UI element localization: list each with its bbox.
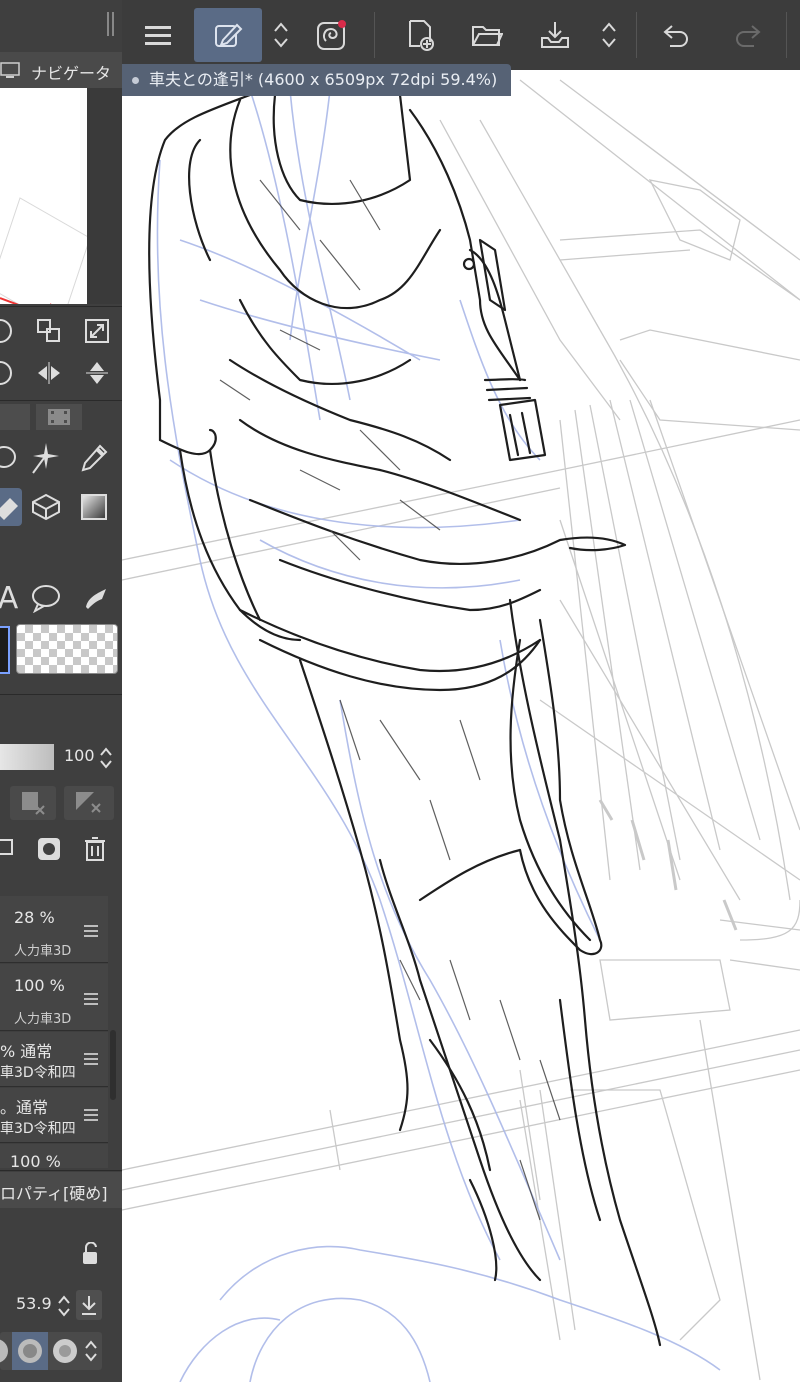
redo-button[interactable]: [722, 8, 772, 62]
brush-shape-selector[interactable]: [0, 1332, 102, 1370]
layer-name: 車3D令和四: [0, 1065, 76, 1081]
transparent-color-swatch[interactable]: [16, 624, 118, 674]
wheel-spokes: [539, 329, 800, 901]
navigator-header: ナビゲータ: [0, 52, 122, 88]
lasso-icon[interactable]: [0, 440, 18, 476]
size-stepper-icon[interactable]: [56, 1292, 72, 1320]
film-icon: [48, 409, 70, 429]
layer-name: 車3D令和四: [0, 1121, 76, 1137]
layer-opacity: 28 %: [14, 908, 55, 927]
panel-tab-tools[interactable]: [0, 404, 30, 430]
rotate-icon[interactable]: [0, 358, 16, 388]
save-download-icon: [541, 22, 569, 48]
ink-line-figure: [148, 93, 662, 1347]
modified-dot-icon: [132, 77, 139, 84]
layer-name: 人力車3D: [14, 1012, 72, 1027]
monitor-icon: [0, 60, 22, 80]
navigator-thumbnail[interactable]: [0, 88, 87, 304]
lock-icon[interactable]: [78, 1240, 102, 1268]
expand-icon[interactable]: [82, 316, 112, 346]
navigator-title: ナビゲータ: [31, 64, 112, 83]
pen-tool-icon: [215, 23, 243, 47]
main-color-swatch[interactable]: [0, 626, 10, 674]
chevron-up-down-icon: [274, 22, 288, 48]
flip-horizontal-icon[interactable]: [34, 358, 64, 388]
open-file-button[interactable]: [462, 8, 512, 62]
layer-scrollbar[interactable]: [110, 1030, 116, 1100]
new-canvas-button[interactable]: [396, 8, 446, 62]
new-layer-icon[interactable]: [0, 832, 18, 866]
layer-menu-icon[interactable]: [84, 990, 98, 1008]
hamburger-icon: [145, 26, 171, 45]
navigator-scroll-area: [87, 88, 122, 304]
brush-shape-selected-icon[interactable]: [12, 1332, 48, 1370]
layer-name: 人力車3D: [14, 944, 72, 959]
layer-row[interactable]: % 通常 車3D令和四: [0, 1032, 108, 1087]
folder-icon: [472, 26, 503, 46]
layer-list: 28 % 人力車3D 100 % 人力車3D % 通常 車3D令和四 。通常 車…: [0, 872, 122, 1171]
magic-wand-icon[interactable]: [28, 440, 64, 476]
layer-mask-icon[interactable]: [10, 786, 56, 820]
rickshaw-guide-lines: [122, 79, 800, 1381]
layer-menu-icon[interactable]: [84, 922, 98, 940]
opacity-stepper-icon[interactable]: [98, 744, 114, 772]
cloud-button[interactable]: [308, 8, 356, 62]
brush-shape-stepper-icon[interactable]: [84, 1338, 98, 1368]
document-tab[interactable]: 車夫との逢引* (4600 x 6509px 72dpi 59.4%): [122, 64, 512, 96]
panel-grip-icon[interactable]: [106, 12, 116, 40]
text-tool-icon[interactable]: A: [0, 580, 18, 616]
save-button[interactable]: [530, 8, 580, 62]
layer-row[interactable]: 100 % 人力車3D: [0, 964, 108, 1031]
panel-tab-animation[interactable]: [36, 404, 82, 430]
menu-button[interactable]: [136, 8, 180, 62]
brush-shape-soft-icon[interactable]: [50, 1336, 80, 1370]
undo-button[interactable]: [652, 8, 702, 62]
layer-opacity: 。通常: [0, 1098, 49, 1117]
gradient-icon[interactable]: [76, 488, 112, 526]
document-title: 車夫との逢引* (4600 x 6509px 72dpi 59.4%): [149, 70, 498, 89]
new-file-icon: [409, 20, 434, 51]
layer-row[interactable]: 100 %: [0, 1144, 108, 1171]
brush-shape-icon[interactable]: [0, 1336, 10, 1370]
tool-property-title: ロパティ[硬め]: [0, 1184, 108, 1203]
redo-icon: [736, 25, 761, 47]
save-stepper[interactable]: [596, 8, 622, 62]
opacity-value[interactable]: 100: [64, 746, 95, 765]
balloon-icon[interactable]: [28, 580, 64, 616]
download-icon[interactable]: [76, 1290, 102, 1320]
trash-icon[interactable]: [80, 832, 110, 866]
eraser-icon[interactable]: [0, 488, 22, 526]
quick-tool-stepper[interactable]: [268, 8, 294, 62]
canvas[interactable]: [122, 70, 800, 1382]
command-bar: [107, 0, 800, 70]
layer-opacity: 100 %: [10, 1152, 61, 1171]
left-panel: ナビゲータ A 100 28 % 人力車3D 100 % 人力車3D % 通常 …: [0, 0, 122, 1382]
blue-sketch-lines: [156, 89, 721, 1382]
layer-clip-icon[interactable]: [64, 786, 114, 820]
correction-pen-icon[interactable]: [76, 580, 112, 616]
layer-opacity: % 通常: [0, 1042, 53, 1061]
layer-menu-icon[interactable]: [84, 1050, 98, 1068]
add-mask-icon[interactable]: [34, 832, 64, 866]
eyedropper-icon[interactable]: [76, 440, 112, 476]
clip-cloud-icon: [317, 20, 346, 50]
layer-menu-icon[interactable]: [84, 1106, 98, 1124]
tool-property-header: ロパティ[硬め]: [0, 1172, 122, 1208]
layer-opacity: 100 %: [14, 976, 65, 995]
quick-tool-button[interactable]: [194, 8, 262, 62]
opacity-slider[interactable]: [0, 744, 54, 770]
rotate-reset-icon[interactable]: [0, 316, 16, 346]
fit-window-icon[interactable]: [34, 316, 64, 346]
artwork: [122, 79, 800, 1382]
undo-icon: [663, 25, 688, 47]
chevron-up-down-icon: [602, 22, 616, 48]
fill-bucket-icon[interactable]: [28, 488, 64, 526]
flip-vertical-icon[interactable]: [82, 358, 112, 388]
layer-row[interactable]: 28 % 人力車3D: [0, 896, 108, 963]
brush-size-value[interactable]: 53.9: [16, 1294, 52, 1313]
layer-row[interactable]: 。通常 車3D令和四: [0, 1088, 108, 1143]
